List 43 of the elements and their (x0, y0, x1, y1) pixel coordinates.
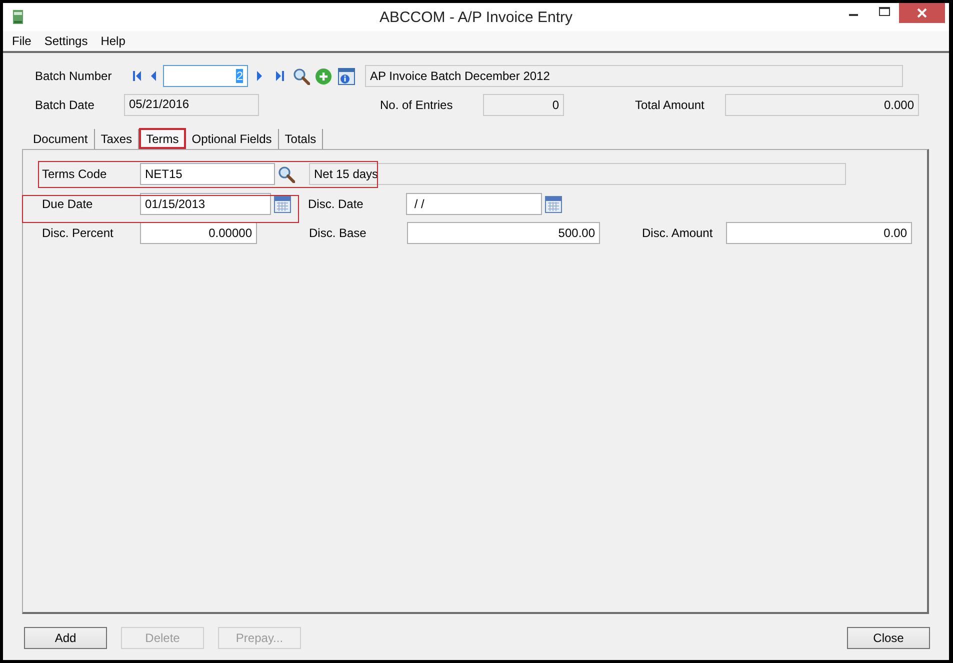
field-label: No. of Entries (380, 98, 454, 112)
input-field[interactable]: NET15 (140, 163, 275, 185)
input-field[interactable]: 0.000 (725, 94, 919, 116)
add-icon[interactable] (315, 68, 332, 84)
menu-item[interactable]: Settings (44, 34, 88, 48)
input-field[interactable]: 0.00 (726, 222, 912, 244)
info-window-icon[interactable] (338, 68, 355, 84)
tab[interactable]: Terms (139, 128, 186, 149)
previous-record-icon[interactable] (150, 70, 157, 82)
input-field[interactable]: 05/21/2016 (124, 94, 259, 116)
first-record-icon[interactable] (132, 70, 142, 82)
field-label: Disc. Date (308, 197, 364, 211)
calendar-icon[interactable] (274, 196, 291, 212)
field-label: Total Amount (635, 98, 706, 112)
field-label: Disc. Base (309, 226, 368, 240)
field-label: Batch Number (35, 69, 113, 83)
calendar-icon[interactable] (545, 196, 562, 212)
close-button[interactable]: Close (847, 627, 930, 649)
input-field[interactable]: 0 (483, 94, 564, 116)
field-label: Disc. Percent (42, 226, 114, 240)
input-field[interactable]: / / (406, 193, 542, 215)
tab[interactable]: Optional Fields (186, 129, 279, 149)
input-field[interactable]: 500.00 (407, 222, 600, 244)
field-label: Terms Code (42, 167, 108, 181)
last-record-icon[interactable] (275, 70, 285, 82)
search-icon[interactable] (278, 166, 295, 182)
action-button[interactable]: Add (24, 627, 107, 649)
search-icon[interactable] (293, 68, 310, 84)
field-label: Due Date (42, 197, 94, 211)
input-field[interactable]: Net 15 days (309, 163, 846, 185)
field-label: Batch Date (35, 98, 96, 112)
menu-item[interactable]: Help (100, 34, 126, 48)
input-field[interactable]: AP Invoice Batch December 2012 (365, 65, 903, 87)
menu-item[interactable]: File (12, 34, 32, 48)
input-field[interactable]: 01/15/2013 (140, 193, 271, 215)
window-title: ABCCOM - A/P Invoice Entry (379, 9, 573, 26)
input-field[interactable]: 0.00000 (140, 222, 257, 244)
next-record-icon[interactable] (256, 70, 263, 82)
app-icon (12, 9, 24, 25)
tab[interactable]: Taxes (94, 129, 140, 149)
batch-number-value: 2 (236, 69, 243, 83)
close-icon[interactable] (899, 3, 945, 23)
field-label: Disc. Amount (642, 226, 714, 240)
